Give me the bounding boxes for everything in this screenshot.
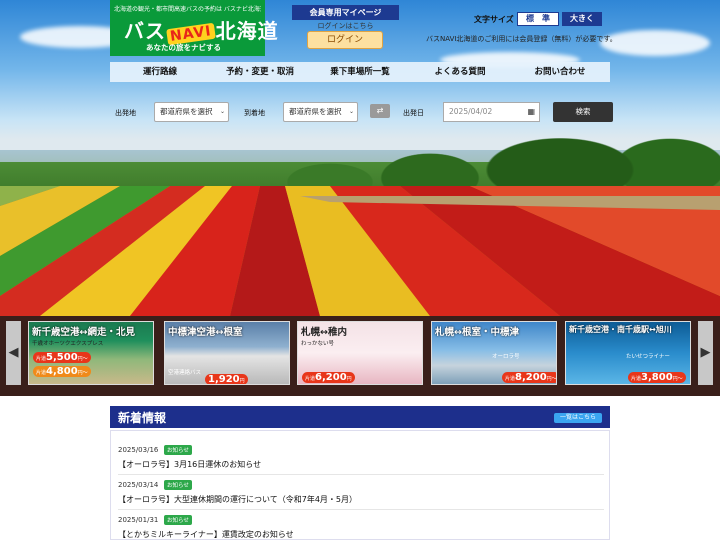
font-size-normal-button[interactable]: 標 準	[517, 12, 559, 26]
nav-reservation[interactable]: 予約・変更・取消	[210, 62, 310, 82]
news-more-link[interactable]: 一覧はこちら	[554, 413, 602, 423]
banner-price: 片道4,800円〜	[33, 366, 91, 377]
departure-select-value: 都道府県を選択	[160, 107, 213, 116]
banner-price: 片道5,500円〜	[33, 352, 91, 363]
logo-wordmark: バス NAVI 北海道	[124, 15, 279, 46]
route-banner[interactable]: 新千歳空港・南千歳駅↔旭川 たいせつライナー 片道3,800円〜	[565, 321, 691, 385]
nav-faq[interactable]: よくある質問	[410, 62, 510, 82]
banner-subtitle: たいせつライナー	[626, 354, 670, 360]
banner-price: 片道8,200円〜	[502, 372, 556, 383]
font-size-label: 文字サイズ	[474, 15, 514, 24]
banner-title: 中標津空港↔根室	[168, 327, 243, 338]
logo-text-b: 北海道	[215, 19, 279, 43]
logo-catchphrase: あなたの旅をナビする	[146, 43, 221, 52]
route-banner[interactable]: 中標津空港↔根室 空港連絡バス 1,920円	[164, 321, 290, 385]
nav-stops[interactable]: 乗下車場所一覧	[310, 62, 410, 82]
news-date: 2025/03/14	[118, 481, 159, 489]
arrival-label: 到着地	[244, 109, 265, 117]
banner-price: 1,920円	[205, 374, 248, 384]
route-banner-carousel: ◀ 新千歳空港↔網走・北見 千歳オホーツクエクスプレス 片道5,500円〜 片道…	[0, 316, 720, 396]
logo-text-a: バス	[124, 19, 166, 43]
chevron-down-icon: ⌄	[219, 108, 225, 115]
news-badge: お知らせ	[164, 445, 192, 455]
font-size-large-button[interactable]: 大きく	[562, 12, 602, 26]
calendar-icon: ▦	[527, 107, 535, 116]
banner-subtitle: 空港連絡バス	[168, 370, 202, 376]
news-text[interactable]: 【オーロラ号】大型連休期間の運行について（令和7年4月・5月）	[118, 494, 357, 505]
banner-subtitle: オーロラ号	[492, 354, 520, 360]
tree-line	[0, 118, 720, 192]
news-date: 2025/03/16	[118, 446, 159, 454]
departure-date-input[interactable]: 2025/04/02 ▦	[443, 102, 540, 122]
news-badge: お知らせ	[164, 480, 192, 490]
site-logo[interactable]: 北海道の観光・都市間高速バスの予約は バスナビ北海道 バス NAVI 北海道 あなた…	[110, 0, 278, 56]
swap-icon[interactable]: ⇄	[370, 104, 390, 118]
carousel-prev-icon[interactable]: ◀	[6, 321, 21, 385]
date-value: 2025/04/02	[449, 107, 493, 116]
banner-title: 札幌↔根室・中標津	[435, 327, 519, 338]
news-date: 2025/01/31	[118, 516, 159, 524]
route-banner[interactable]: 札幌↔稚内 わっかない号 片道6,200円	[297, 321, 423, 385]
logo-tagline: 北海道の観光・都市間高速バスの予約は バスナビ北海道	[114, 6, 261, 13]
flower-field	[0, 186, 720, 316]
news-badge: お知らせ	[164, 515, 192, 525]
news-header: 新着情報 一覧はこちら	[110, 406, 610, 428]
departure-select[interactable]: 都道府県を選択 ⌄	[154, 102, 229, 122]
nav-contact[interactable]: お問い合わせ	[510, 62, 610, 82]
banner-title: 新千歳空港↔網走・北見	[32, 327, 135, 338]
arrival-select-value: 都道府県を選択	[289, 107, 342, 116]
banner-title: 新千歳空港・南千歳駅↔旭川	[569, 325, 672, 334]
date-label: 出発日	[403, 109, 424, 117]
carousel-next-icon[interactable]: ▶	[698, 321, 713, 385]
banner-price: 片道3,800円〜	[628, 372, 686, 383]
news-text[interactable]: 【とかちミルキーライナー】運賃改定のお知らせ	[118, 529, 294, 540]
arrival-select[interactable]: 都道府県を選択 ⌄	[283, 102, 358, 122]
member-page-heading: 会員専用マイページ	[292, 5, 399, 20]
banner-subtitle: わっかない号	[301, 341, 335, 347]
main-nav: 運行路線 予約・変更・取消 乗下車場所一覧 よくある質問 お問い合わせ	[110, 62, 610, 82]
login-button[interactable]: ログイン	[307, 31, 383, 49]
news-list: 2025/03/16 お知らせ 【オーロラ号】3月16日運休のお知らせ 2025…	[110, 430, 610, 540]
chevron-down-icon: ⌄	[348, 108, 354, 115]
search-button[interactable]: 検索	[553, 102, 613, 122]
login-hint: ログインはこちら	[317, 22, 374, 30]
news-item[interactable]: 2025/03/16 お知らせ 【オーロラ号】3月16日運休のお知らせ	[118, 443, 604, 475]
banner-subtitle: 千歳オホーツクエクスプレス	[32, 341, 104, 347]
news-item[interactable]: 2025/01/31 お知らせ 【とかちミルキーライナー】運賃改定のお知らせ	[118, 513, 604, 540]
banner-price: 片道6,200円	[302, 372, 355, 383]
banner-title: 札幌↔稚内	[301, 327, 347, 338]
departure-label: 出発地	[115, 109, 136, 117]
news-title: 新着情報	[118, 411, 167, 425]
news-item[interactable]: 2025/03/14 お知らせ 【オーロラ号】大型連休期間の運行について（令和7…	[118, 478, 604, 510]
route-banner[interactable]: 新千歳空港↔網走・北見 千歳オホーツクエクスプレス 片道5,500円〜 片道4,…	[28, 321, 154, 385]
nav-routes[interactable]: 運行路線	[110, 62, 210, 82]
membership-note: バスNAVI北海道のご利用には会員登録（無料）が必要です。	[426, 35, 617, 43]
news-text[interactable]: 【オーロラ号】3月16日運休のお知らせ	[118, 459, 261, 470]
route-banner[interactable]: 札幌↔根室・中標津 オーロラ号 片道8,200円〜	[431, 321, 557, 385]
